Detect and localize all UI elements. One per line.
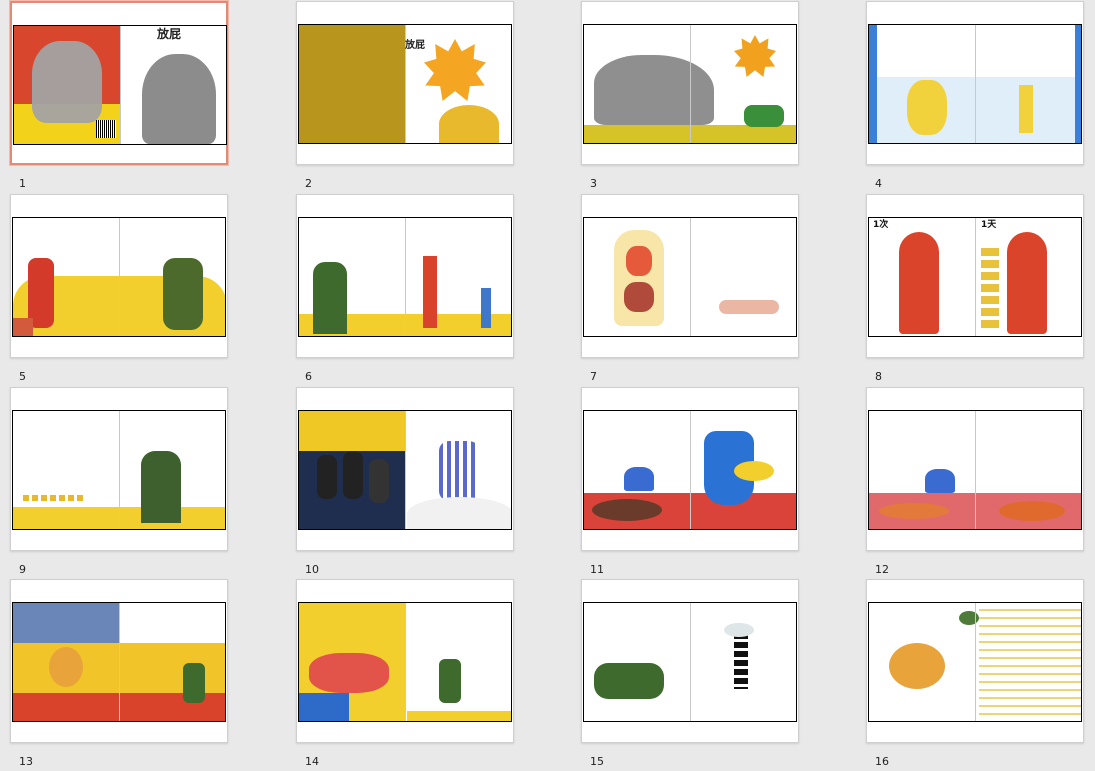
slide-card[interactable]	[581, 1, 799, 165]
page-number: 5	[19, 370, 26, 383]
slide-card[interactable]	[10, 194, 228, 358]
page-number: 9	[19, 563, 26, 576]
thumbnail-11[interactable]: 11	[581, 387, 866, 579]
page-number: 3	[590, 177, 597, 190]
slide-card[interactable]	[296, 194, 514, 358]
thumbnail-8[interactable]: 1次 1天 8	[866, 194, 1095, 386]
page-image	[12, 602, 226, 722]
thumbnail-9[interactable]: 9	[10, 387, 295, 579]
slide-card[interactable]: 放屁	[10, 1, 228, 165]
thumbnail-5[interactable]: 5	[10, 194, 295, 386]
slide-card[interactable]	[581, 579, 799, 743]
slide-card[interactable]: 放屁	[296, 1, 514, 165]
page-label-left: 1次	[873, 220, 889, 230]
slide-card[interactable]	[581, 194, 799, 358]
page-image	[583, 24, 797, 144]
page-number: 16	[875, 755, 889, 768]
page-number: 4	[875, 177, 882, 190]
page-image	[583, 602, 797, 722]
page-image	[868, 24, 1082, 144]
thumbnail-12[interactable]: 12	[866, 387, 1095, 579]
book-title: 放屁	[405, 40, 425, 51]
page-label-right: 1天	[981, 220, 997, 230]
page-number: 10	[305, 563, 319, 576]
page-number: 7	[590, 370, 597, 383]
page-number: 2	[305, 177, 312, 190]
slide-card[interactable]	[296, 387, 514, 551]
thumbnail-4[interactable]: 4	[866, 1, 1095, 193]
page-number: 1	[19, 177, 26, 190]
page-image	[298, 410, 512, 530]
page-number: 13	[19, 755, 33, 768]
page-image	[583, 410, 797, 530]
thumbnail-6[interactable]: 6	[296, 194, 581, 386]
page-image	[13, 25, 227, 145]
page-number: 14	[305, 755, 319, 768]
page-number: 6	[305, 370, 312, 383]
page-image	[298, 217, 512, 337]
slide-card[interactable]	[10, 579, 228, 743]
thumbnail-10[interactable]: 10	[296, 387, 581, 579]
thumbnail-7[interactable]: 7	[581, 194, 866, 386]
page-image	[583, 217, 797, 337]
slide-card[interactable]	[10, 387, 228, 551]
slide-card[interactable]	[296, 579, 514, 743]
page-image	[12, 217, 226, 337]
thumbnail-13[interactable]: 13	[10, 579, 295, 771]
thumbnail-3[interactable]: 3	[581, 1, 866, 193]
page-number: 11	[590, 563, 604, 576]
thumbnail-2[interactable]: 放屁 2	[296, 1, 581, 193]
book-title: 放屁	[157, 27, 182, 41]
page-image	[298, 602, 512, 722]
page-number: 12	[875, 563, 889, 576]
thumbnail-16[interactable]: 16	[866, 579, 1095, 771]
thumbnail-15[interactable]: 15	[581, 579, 866, 771]
slide-card[interactable]	[581, 387, 799, 551]
slide-card[interactable]	[866, 1, 1084, 165]
slide-card[interactable]	[866, 579, 1084, 743]
page-number: 15	[590, 755, 604, 768]
thumbnail-14[interactable]: 14	[296, 579, 581, 771]
page-image	[868, 217, 1082, 337]
thumbnail-1[interactable]: 放屁 1	[10, 1, 295, 193]
page-image	[868, 410, 1082, 530]
slide-card[interactable]	[866, 387, 1084, 551]
page-number: 8	[875, 370, 882, 383]
page-image	[868, 602, 1082, 722]
page-image	[12, 410, 226, 530]
slide-card[interactable]: 1次 1天	[866, 194, 1084, 358]
